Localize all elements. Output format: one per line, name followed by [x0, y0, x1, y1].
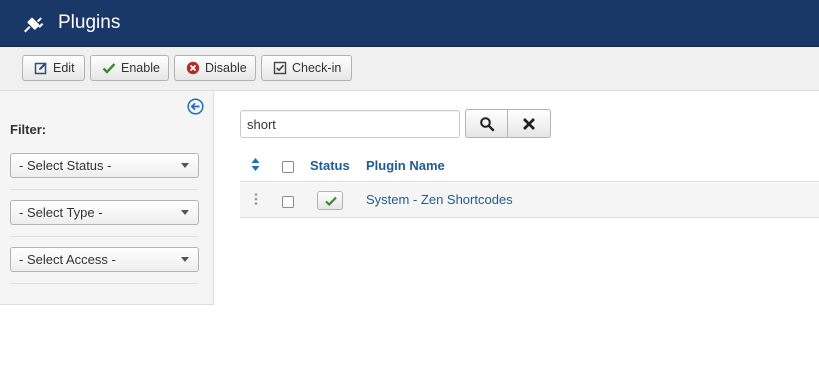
filter-sidebar: Filter: - Select Status - - Select Type …	[0, 91, 214, 305]
row-checkbox[interactable]	[282, 196, 294, 208]
collapse-sidebar-icon[interactable]	[187, 98, 204, 115]
type-select[interactable]: - Select Type -	[10, 200, 199, 225]
chevron-down-icon	[181, 210, 189, 215]
sort-icon[interactable]	[251, 158, 260, 171]
column-header-plugin-name[interactable]: Plugin Name	[366, 158, 445, 173]
edit-label: Edit	[53, 61, 75, 75]
table-row: System - Zen Shortcodes	[240, 183, 819, 218]
disable-label: Disable	[205, 61, 247, 75]
enable-button[interactable]: Enable	[90, 55, 169, 81]
search-icon	[479, 116, 494, 131]
search-input[interactable]	[240, 110, 460, 138]
drag-handle-icon[interactable]	[254, 193, 258, 205]
chevron-down-icon	[181, 257, 189, 262]
checkbox-icon	[273, 61, 287, 75]
access-select[interactable]: - Select Access -	[10, 247, 199, 272]
disable-icon	[186, 61, 200, 75]
page-header: Plugins	[0, 0, 819, 47]
check-icon	[102, 63, 116, 74]
plug-icon	[24, 17, 44, 33]
page-title: Plugins	[58, 12, 121, 33]
divider	[10, 236, 198, 237]
checkin-button[interactable]: Check-in	[261, 55, 352, 81]
edit-button[interactable]: Edit	[22, 55, 85, 81]
disable-button[interactable]: Disable	[174, 55, 256, 81]
checkin-label: Check-in	[292, 61, 342, 75]
status-select[interactable]: - Select Status -	[10, 153, 199, 178]
clear-search-button[interactable]	[507, 109, 551, 138]
table-header: Status Plugin Name	[240, 149, 819, 182]
search-button[interactable]	[465, 109, 508, 138]
select-all-checkbox[interactable]	[282, 161, 294, 173]
divider	[10, 189, 198, 190]
status-toggle-button[interactable]	[317, 191, 343, 210]
plugin-name-link[interactable]: System - Zen Shortcodes	[366, 192, 513, 207]
enable-label: Enable	[121, 61, 160, 75]
edit-icon	[34, 62, 47, 75]
access-select-value: - Select Access -	[19, 252, 116, 267]
chevron-down-icon	[181, 163, 189, 168]
close-icon	[523, 117, 535, 130]
check-icon	[325, 196, 337, 206]
column-header-status[interactable]: Status	[310, 158, 350, 173]
divider	[10, 283, 198, 284]
filter-label: Filter:	[10, 122, 47, 137]
toolbar: Edit Enable Disable Check-in	[0, 47, 819, 91]
type-select-value: - Select Type -	[19, 205, 103, 220]
status-select-value: - Select Status -	[19, 158, 112, 173]
